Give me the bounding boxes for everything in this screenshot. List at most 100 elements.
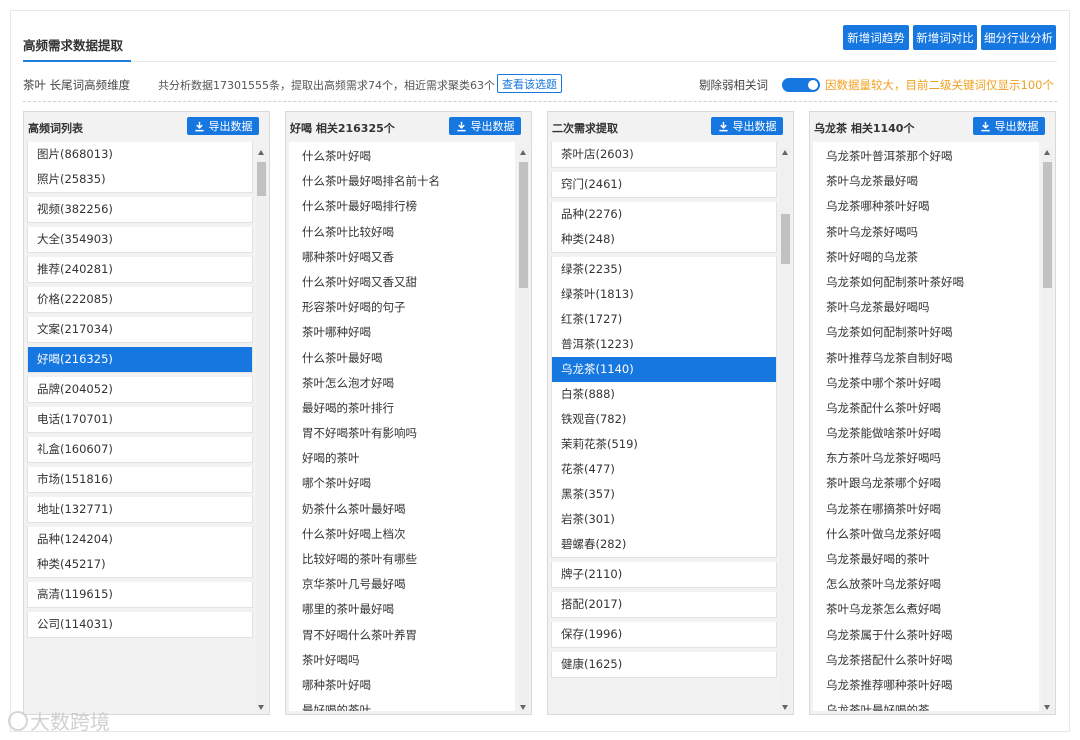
new-word-compare-button[interactable]: 新增词对比 (913, 25, 977, 50)
scrollbar[interactable] (256, 148, 267, 712)
scrollbar[interactable] (780, 148, 791, 712)
list-item[interactable]: 什么茶叶做乌龙茶好喝 (813, 522, 1039, 547)
list-item[interactable]: 铁观音(782) (552, 407, 776, 432)
list-item[interactable]: 照片(25835) (28, 167, 252, 192)
scroll-thumb[interactable] (781, 214, 790, 264)
list-item[interactable]: 茉莉花茶(519) (552, 432, 776, 457)
scroll-up-icon[interactable] (258, 150, 264, 155)
scroll-down-icon[interactable] (520, 705, 526, 710)
list-item[interactable]: 乌龙茶叶最好喝的茶 (813, 698, 1039, 711)
list-item[interactable]: 乌龙茶在哪摘茶叶好喝 (813, 497, 1039, 522)
list-item[interactable]: 乌龙茶能做啥茶叶好喝 (813, 421, 1039, 446)
list-item[interactable]: 好喝(216325) (28, 347, 252, 372)
export-button[interactable]: 导出数据 (449, 117, 521, 135)
list-item[interactable]: 比较好喝的茶叶有哪些 (289, 547, 515, 572)
list-item[interactable]: 茶叶好喝的乌龙茶 (813, 245, 1039, 270)
list-item[interactable]: 什么茶叶好喝 (289, 144, 515, 169)
scroll-down-icon[interactable] (258, 705, 264, 710)
list-item[interactable]: 什么茶叶最好喝排名前十名 (289, 169, 515, 194)
list-item[interactable]: 茶叶推荐乌龙茶自制好喝 (813, 346, 1039, 371)
list-item[interactable]: 哪种茶叶好喝又香 (289, 245, 515, 270)
list-item[interactable]: 哪个茶叶好喝 (289, 471, 515, 496)
list-item[interactable]: 乌龙茶推荐哪种茶叶好喝 (813, 673, 1039, 698)
list-item[interactable]: 茶叶乌龙茶怎么煮好喝 (813, 597, 1039, 622)
list-item[interactable]: 哪种茶叶好喝 (289, 673, 515, 698)
list-item[interactable]: 牌子(2110) (552, 562, 776, 587)
list-item[interactable]: 品牌(204052) (28, 377, 252, 402)
export-button[interactable]: 导出数据 (187, 117, 259, 135)
list-item[interactable]: 什么茶叶最好喝 (289, 346, 515, 371)
list-item[interactable]: 乌龙茶中哪个茶叶好喝 (813, 371, 1039, 396)
list-item[interactable]: 茶叶好喝吗 (289, 648, 515, 673)
list-item[interactable]: 绿茶(2235) (552, 257, 776, 282)
list-item[interactable]: 最好喝的茶叶 (289, 698, 515, 711)
list-item[interactable]: 茶叶乌龙茶最好喝 (813, 169, 1039, 194)
scroll-up-icon[interactable] (520, 150, 526, 155)
list-item[interactable]: 礼盒(160607) (28, 437, 252, 462)
remove-weak-toggle[interactable] (782, 78, 820, 92)
panel-list[interactable]: 茶叶店(2603) 窍门(2461) 品种(2276) 种类(248) 绿茶(2235)… (551, 142, 777, 711)
list-item[interactable]: 绿茶叶(1813) (552, 282, 776, 307)
list-item[interactable]: 乌龙茶搭配什么茶叶好喝 (813, 648, 1039, 673)
scroll-thumb[interactable] (519, 162, 528, 288)
list-item[interactable]: 好喝的茶叶 (289, 446, 515, 471)
industry-analysis-button[interactable]: 细分行业分析 (981, 25, 1056, 50)
list-item[interactable]: 奶茶什么茶叶最好喝 (289, 497, 515, 522)
list-item[interactable]: 什么茶叶比较好喝 (289, 220, 515, 245)
list-item[interactable]: 价格(222085) (28, 287, 252, 312)
list-item[interactable]: 乌龙茶叶普洱茶那个好喝 (813, 144, 1039, 169)
list-item[interactable]: 乌龙茶最好喝的茶叶 (813, 547, 1039, 572)
export-button[interactable]: 导出数据 (711, 117, 783, 135)
list-item[interactable]: 地址(132771) (28, 497, 252, 522)
list-item[interactable]: 文案(217034) (28, 317, 252, 342)
export-button[interactable]: 导出数据 (973, 117, 1045, 135)
list-item[interactable]: 怎么放茶叶乌龙茶好喝 (813, 572, 1039, 597)
list-item[interactable]: 茶叶跟乌龙茶哪个好喝 (813, 471, 1039, 496)
list-item[interactable]: 碧螺春(282) (552, 532, 776, 557)
list-item[interactable]: 种类(248) (552, 227, 776, 252)
list-item[interactable]: 种类(45217) (28, 552, 252, 577)
list-item[interactable]: 京华茶叶几号最好喝 (289, 572, 515, 597)
list-item[interactable]: 健康(1625) (552, 652, 776, 677)
list-item[interactable]: 乌龙茶配什么茶叶好喝 (813, 396, 1039, 421)
list-item[interactable]: 公司(114031) (28, 612, 252, 637)
list-item[interactable]: 图片(868013) (28, 142, 252, 167)
list-item[interactable]: 视频(382256) (28, 197, 252, 222)
list-item[interactable]: 黑茶(357) (552, 482, 776, 507)
scroll-up-icon[interactable] (782, 150, 788, 155)
list-item[interactable]: 什么茶叶最好喝排行榜 (289, 194, 515, 219)
list-item[interactable]: 窍门(2461) (552, 172, 776, 197)
list-item[interactable]: 乌龙茶如何配制茶叶茶好喝 (813, 270, 1039, 295)
list-item[interactable]: 什么茶叶好喝上档次 (289, 522, 515, 547)
list-item[interactable]: 乌龙茶哪种茶叶好喝 (813, 194, 1039, 219)
list-item[interactable]: 茶叶哪种好喝 (289, 320, 515, 345)
list-item[interactable]: 推荐(240281) (28, 257, 252, 282)
view-topic-button[interactable]: 查看该选题 (497, 74, 562, 93)
list-item[interactable]: 乌龙茶属于什么茶叶好喝 (813, 623, 1039, 648)
list-item[interactable]: 白茶(888) (552, 382, 776, 407)
new-word-trend-button[interactable]: 新增词趋势 (843, 25, 909, 50)
list-item[interactable]: 茶叶店(2603) (552, 142, 776, 167)
list-item[interactable]: 高清(119615) (28, 582, 252, 607)
list-item[interactable]: 岩茶(301) (552, 507, 776, 532)
list-item[interactable]: 东方茶叶乌龙茶好喝吗 (813, 446, 1039, 471)
list-item[interactable]: 电话(170701) (28, 407, 252, 432)
list-item[interactable]: 茶叶乌龙茶好喝吗 (813, 220, 1039, 245)
list-item[interactable]: 市场(151816) (28, 467, 252, 492)
list-item[interactable]: 茶叶乌龙茶最好喝吗 (813, 295, 1039, 320)
list-item[interactable]: 茶叶怎么泡才好喝 (289, 371, 515, 396)
scrollbar[interactable] (1042, 148, 1053, 712)
list-item[interactable]: 哪里的茶叶最好喝 (289, 597, 515, 622)
scrollbar[interactable] (518, 148, 529, 712)
scroll-down-icon[interactable] (782, 705, 788, 710)
list-item[interactable]: 普洱茶(1223) (552, 332, 776, 357)
list-item[interactable]: 乌龙茶(1140) (552, 357, 776, 382)
list-item[interactable]: 最好喝的茶叶排行 (289, 396, 515, 421)
list-item[interactable]: 保存(1996) (552, 622, 776, 647)
list-item[interactable]: 品种(2276) (552, 202, 776, 227)
list-item[interactable]: 形容茶叶好喝的句子 (289, 295, 515, 320)
panel-list[interactable]: 乌龙茶叶普洱茶那个好喝 茶叶乌龙茶最好喝 乌龙茶哪种茶叶好喝 茶叶乌龙茶好喝吗 茶叶好喝… (813, 142, 1039, 711)
scroll-thumb[interactable] (1043, 162, 1052, 288)
list-item[interactable]: 乌龙茶如何配制茶叶好喝 (813, 320, 1039, 345)
scroll-up-icon[interactable] (1044, 150, 1050, 155)
